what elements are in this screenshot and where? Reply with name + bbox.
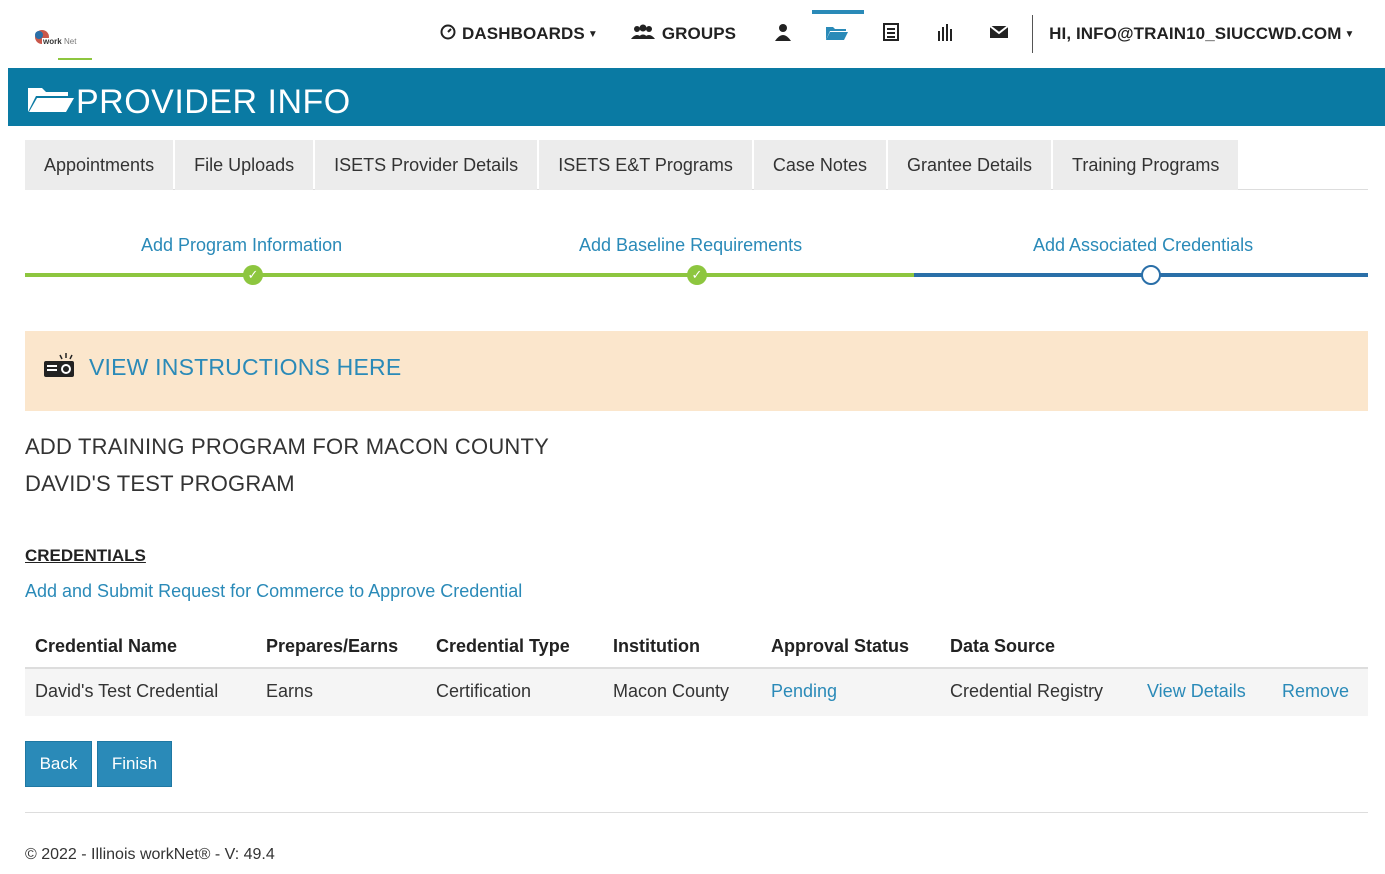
footer-divider — [25, 812, 1368, 813]
tab-training-programs[interactable]: Training Programs — [1053, 140, 1239, 190]
page-heading: ADD TRAINING PROGRAM FOR MACON COUNTY — [25, 434, 550, 459]
dashboards-menu[interactable]: DASHBOARDS ▼ — [440, 0, 598, 68]
profile-button[interactable] — [756, 0, 810, 68]
illinois-worknet-logo[interactable]: work Net — [28, 24, 112, 64]
nav-divider — [1032, 15, 1034, 53]
credentials-title: CREDENTIALS — [25, 546, 146, 565]
tab-file-uploads[interactable]: File Uploads — [175, 140, 314, 190]
step-2-label[interactable]: Add Baseline Requirements — [579, 235, 802, 256]
credentials-table: Credential Name Prepares/Earns Credentia… — [25, 624, 1368, 716]
institution: Macon County — [613, 681, 730, 701]
bar-chart-icon — [936, 23, 954, 46]
data-source: Credential Registry — [950, 681, 1104, 701]
step-2-check-icon: ✓ — [687, 265, 707, 285]
groups-label: GROUPS — [661, 24, 737, 43]
svg-text:work: work — [42, 37, 62, 46]
table-header: Credential Name Prepares/Earns Credentia… — [25, 624, 1368, 669]
top-nav: work Net DASHBOARDS ▼ GROUPS HI, INFO@TR… — [0, 0, 1385, 68]
chevron-down-icon: ▼ — [1344, 28, 1355, 40]
instructions-panel[interactable]: VIEW INSTRUCTIONS HERE — [25, 331, 1368, 411]
dashboard-gauge-icon — [440, 24, 456, 45]
folder-icon — [825, 23, 849, 46]
view-instructions-link[interactable]: VIEW INSTRUCTIONS HERE — [89, 354, 401, 381]
tab-isets-et-programs[interactable]: ISETS E&T Programs — [539, 140, 752, 190]
messages-button[interactable] — [972, 0, 1026, 68]
projector-icon — [43, 351, 77, 386]
step-line-complete — [25, 273, 914, 277]
list-button[interactable] — [864, 0, 918, 68]
provider-tabs: Appointments File Uploads ISETS Provider… — [25, 140, 1368, 190]
col-prepares-earns: Prepares/Earns — [266, 636, 399, 656]
page-title: PROVIDER INFO — [76, 83, 351, 121]
groups-icon — [630, 24, 656, 45]
footer-copyright: © 2022 - Illinois workNet® - V: 49.4 — [25, 846, 275, 863]
chevron-down-icon: ▼ — [587, 28, 598, 40]
view-details-link[interactable]: View Details — [1147, 681, 1246, 702]
provider-folder-button[interactable] — [810, 0, 865, 68]
tab-grantee-details[interactable]: Grantee Details — [887, 140, 1052, 190]
table-row: David's Test Credential Earns Certificat… — [25, 669, 1368, 716]
page-banner: PROVIDER INFO — [8, 68, 1385, 126]
step-1-label[interactable]: Add Program Information — [141, 235, 342, 256]
request-credential-link[interactable]: Add and Submit Request for Commerce to A… — [25, 581, 522, 602]
step-3-label[interactable]: Add Associated Credentials — [1033, 235, 1253, 256]
user-account-menu[interactable]: HI, INFO@TRAIN10_SIUCCWD.COM ▼ — [1049, 0, 1354, 68]
open-folder-icon — [26, 84, 76, 119]
dashboards-label: DASHBOARDS — [462, 24, 585, 43]
back-button[interactable]: Back — [25, 741, 92, 787]
tab-isets-provider-details[interactable]: ISETS Provider Details — [315, 140, 538, 190]
tab-appointments[interactable]: Appointments — [25, 140, 174, 190]
col-data-source: Data Source — [950, 636, 1056, 656]
col-credential-name: Credential Name — [35, 636, 178, 656]
step-3-current-icon — [1141, 265, 1161, 285]
col-institution: Institution — [613, 636, 700, 656]
step-1-check-icon: ✓ — [243, 265, 263, 285]
person-icon — [774, 23, 792, 46]
list-icon — [883, 22, 900, 46]
finish-button[interactable]: Finish — [97, 741, 172, 787]
approval-status-link[interactable]: Pending — [771, 681, 837, 702]
credential-name: David's Test Credential — [35, 681, 219, 701]
prepares-earns: Earns — [266, 681, 314, 701]
remove-link[interactable]: Remove — [1282, 681, 1349, 702]
reports-button[interactable] — [918, 0, 972, 68]
svg-text:Net: Net — [64, 37, 77, 46]
progress-stepper: Add Program Information ✓ Add Baseline R… — [25, 225, 1368, 295]
credential-type: Certification — [436, 681, 532, 701]
col-credential-type: Credential Type — [436, 636, 570, 656]
tab-case-notes[interactable]: Case Notes — [753, 140, 886, 190]
groups-menu[interactable]: GROUPS — [630, 0, 736, 68]
program-name: DAVID'S TEST PROGRAM — [25, 471, 295, 496]
envelope-icon — [989, 24, 1009, 45]
col-approval-status: Approval Status — [771, 636, 910, 656]
user-greeting: HI, INFO@TRAIN10_SIUCCWD.COM — [1049, 24, 1342, 43]
